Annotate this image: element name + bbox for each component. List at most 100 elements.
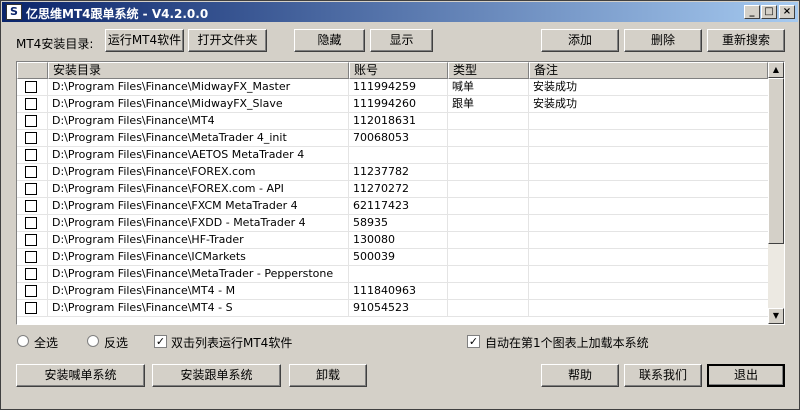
table-row[interactable]: D:\Program Files\Finance\ICMarkets 500039 [17,249,768,266]
row-type [448,283,529,299]
help-button[interactable]: 帮助 [541,364,619,387]
dblclick-run-label[interactable]: 双击列表运行MT4软件 [171,334,292,351]
table-row[interactable]: D:\Program Files\Finance\MidwayFX_Slave 1… [17,96,768,113]
row-note [529,283,768,299]
table-row[interactable]: D:\Program Files\Finance\MidwayFX_Master… [17,79,768,96]
table-row[interactable]: D:\Program Files\Finance\FXCM MetaTrader… [17,198,768,215]
row-type [448,198,529,214]
col-header-note[interactable]: 备注 [529,62,768,79]
row-path: D:\Program Files\Finance\FXDD - MetaTrad… [48,215,349,231]
install-signal-button[interactable]: 安装喊单系统 [16,364,145,387]
table-row[interactable]: D:\Program Files\Finance\FOREX.com 112377… [17,164,768,181]
row-check-cell [17,164,48,180]
scroll-up-icon[interactable]: ▲ [768,62,784,78]
row-checkbox[interactable] [25,183,37,195]
col-header-check[interactable] [17,62,48,79]
row-check-cell [17,266,48,282]
table-row[interactable]: D:\Program Files\Finance\HF-Trader 130080 [17,232,768,249]
delete-button[interactable]: 删除 [624,29,702,52]
row-path: D:\Program Files\Finance\MidwayFX_Slave [48,96,349,112]
row-path: D:\Program Files\Finance\HF-Trader [48,232,349,248]
row-checkbox[interactable] [25,115,37,127]
window-title: 亿思维MT4跟单系统 - V4.2.0.0 [26,7,209,21]
row-checkbox[interactable] [25,149,37,161]
install-follow-button[interactable]: 安装跟单系统 [152,364,281,387]
row-checkbox[interactable] [25,200,37,212]
row-type [448,249,529,265]
row-checkbox[interactable] [25,302,37,314]
row-note [529,266,768,282]
row-type [448,215,529,231]
row-account: 70068053 [349,130,448,146]
row-checkbox[interactable] [25,132,37,144]
add-button[interactable]: 添加 [541,29,619,52]
invert-label[interactable]: 反选 [104,334,128,351]
row-account [349,147,448,163]
row-check-cell [17,283,48,299]
dblclick-run-checkbox[interactable]: ✓ [154,335,167,348]
maximize-button[interactable]: □ [761,5,777,19]
mt4-dir-label: MT4安装目录: [16,37,94,51]
row-checkbox[interactable] [25,81,37,93]
row-checkbox[interactable] [25,285,37,297]
vertical-scrollbar[interactable]: ▲ ▼ [768,62,784,324]
row-path: D:\Program Files\Finance\FOREX.com [48,164,349,180]
row-type [448,147,529,163]
row-checkbox[interactable] [25,166,37,178]
row-check-cell [17,249,48,265]
install-list[interactable]: 安装目录 账号 类型 备注 D:\Program Files\Finance\M… [16,61,785,325]
row-type: 跟单 [448,96,529,112]
exit-button[interactable]: 退出 [707,364,785,387]
row-type [448,181,529,197]
row-checkbox[interactable] [25,98,37,110]
auto-load-checkbox[interactable]: ✓ [467,335,480,348]
table-row[interactable]: D:\Program Files\Finance\FOREX.com - API… [17,181,768,198]
col-header-type[interactable]: 类型 [448,62,529,79]
title-bar[interactable]: S 亿思维MT4跟单系统 - V4.2.0.0 _ □ × [2,2,798,22]
show-button[interactable]: 显示 [370,29,433,52]
select-all-label[interactable]: 全选 [34,334,58,351]
row-note [529,300,768,316]
close-button[interactable]: × [779,5,795,19]
row-checkbox[interactable] [25,251,37,263]
run-mt4-button[interactable]: 运行MT4软件 [105,29,184,52]
col-header-path[interactable]: 安装目录 [48,62,349,79]
table-row[interactable]: D:\Program Files\Finance\MT4 - M 11184096… [17,283,768,300]
row-check-cell [17,113,48,129]
invert-radio[interactable] [87,335,99,347]
row-checkbox[interactable] [25,268,37,280]
open-folder-button[interactable]: 打开文件夹 [188,29,267,52]
hide-button[interactable]: 隐藏 [294,29,365,52]
table-row[interactable]: D:\Program Files\Finance\MetaTrader - Pe… [17,266,768,283]
table-row[interactable]: D:\Program Files\Finance\FXDD - MetaTrad… [17,215,768,232]
row-path: D:\Program Files\Finance\MetaTrader - Pe… [48,266,349,282]
row-check-cell [17,181,48,197]
row-type [448,300,529,316]
row-check-cell [17,215,48,231]
row-note [529,198,768,214]
table-row[interactable]: D:\Program Files\Finance\MT4 112018631 [17,113,768,130]
row-checkbox[interactable] [25,234,37,246]
row-note [529,215,768,231]
row-path: D:\Program Files\Finance\AETOS MetaTrade… [48,147,349,163]
row-note [529,181,768,197]
uninstall-button[interactable]: 卸载 [289,364,367,387]
research-button[interactable]: 重新搜索 [707,29,785,52]
row-account: 58935 [349,215,448,231]
minimize-button[interactable]: _ [744,5,760,19]
auto-load-label[interactable]: 自动在第1个图表上加载本系统 [485,334,649,351]
table-row[interactable]: D:\Program Files\Finance\MetaTrader 4_in… [17,130,768,147]
col-header-account[interactable]: 账号 [349,62,448,79]
contact-button[interactable]: 联系我们 [624,364,702,387]
row-type [448,164,529,180]
row-check-cell [17,130,48,146]
row-checkbox[interactable] [25,217,37,229]
row-account: 130080 [349,232,448,248]
app-icon[interactable]: S [6,4,22,20]
scroll-down-icon[interactable]: ▼ [768,308,784,324]
select-all-radio[interactable] [17,335,29,347]
table-row[interactable]: D:\Program Files\Finance\AETOS MetaTrade… [17,147,768,164]
row-account: 500039 [349,249,448,265]
table-row[interactable]: D:\Program Files\Finance\MT4 - S 91054523 [17,300,768,317]
scroll-thumb[interactable] [768,78,784,244]
